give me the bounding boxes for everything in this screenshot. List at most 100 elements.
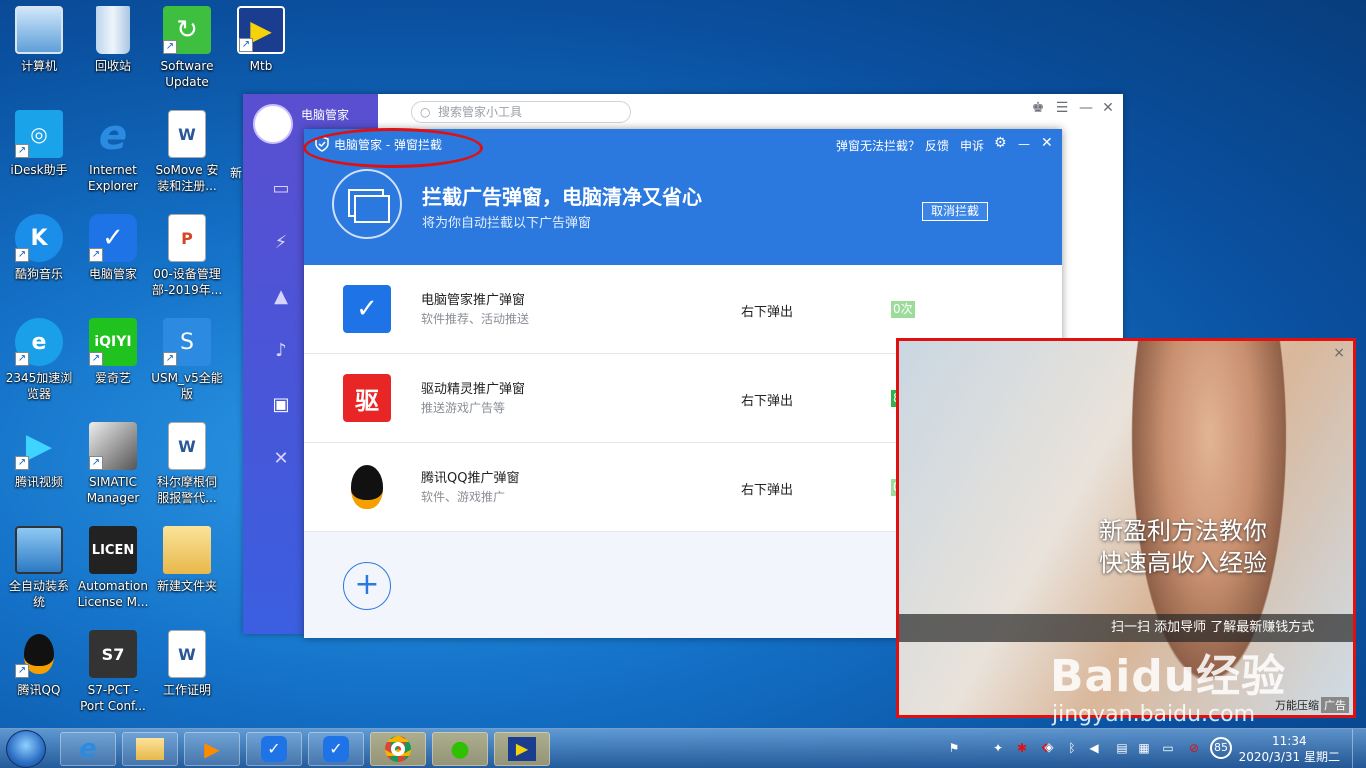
app-icon[interactable]: ✕ <box>269 448 293 472</box>
dialog-subtitle: 将为你自动拦截以下广告弹窗 <box>422 216 592 231</box>
desktop-icon-somove[interactable]: W SoMove 安 装和注册... <box>148 110 226 210</box>
block-item-desc: 软件推荐、活动推送 <box>421 312 530 326</box>
device-icon[interactable]: ▦ <box>1136 741 1152 757</box>
bluetooth-icon[interactable]: ᛒ <box>1064 741 1080 757</box>
iqiyi-icon: iQIYI ↗ <box>89 318 137 366</box>
search-input[interactable]: ○ 搜索管家小工具 <box>411 101 631 123</box>
volume-icon[interactable]: ◀ <box>1086 741 1102 757</box>
cpu-usage-badge[interactable]: 85 <box>1210 737 1232 759</box>
desktop-icon-computer[interactable]: 计算机 <box>0 6 78 106</box>
wechat-icon[interactable]: ● <box>432 732 488 766</box>
desktop-icon-idesk[interactable]: ◎ ↗ iDesk助手 <box>0 110 78 210</box>
tencent-video-icon: ▶ ↗ <box>15 422 63 470</box>
alert-icon[interactable]: ♪ <box>269 340 293 364</box>
desktop-icon-2345[interactable]: e ↗ 2345加速浏 览器 <box>0 318 78 418</box>
explorer-icon[interactable] <box>122 732 178 766</box>
kugou-icon: K ↗ <box>15 214 63 262</box>
block-item-position: 右下弹出 <box>741 305 794 320</box>
usm-icon: S ↗ <box>163 318 211 366</box>
settings-icon[interactable]: ⚙ <box>994 135 1007 151</box>
desktop-icon-new-folder[interactable]: 新建文件夹 <box>148 526 226 626</box>
block-item-position: 右下弹出 <box>741 394 794 409</box>
desktop-icon-auto-install[interactable]: 全自动装系 统 <box>0 526 78 626</box>
close-icon[interactable]: ✕ <box>1099 100 1117 116</box>
computer-icon <box>15 6 63 54</box>
desktop-icon-ppt[interactable]: P 00-设备管理 部-2019年... <box>148 214 226 314</box>
internet-explorer-icon[interactable]: e <box>60 732 116 766</box>
desktop-icon-tencent-video[interactable]: ▶ ↗ 腾讯视频 <box>0 422 78 522</box>
word-doc-icon: W <box>168 110 206 158</box>
desktop-icon-usm[interactable]: S ↗ USM_v5全能 版 <box>148 318 226 418</box>
block-count-badge: 0次 <box>891 301 915 318</box>
monitor-icon[interactable]: ▭ <box>1160 741 1176 757</box>
toolbox-icon[interactable]: ▣ <box>269 394 293 418</box>
media-player-icon[interactable]: ▶ <box>184 732 240 766</box>
desktop-icon-qq[interactable]: ↗ 腾讯QQ <box>0 630 78 730</box>
ad-line-1: 新盈利方法教你 <box>1099 517 1267 545</box>
minimize-icon[interactable]: — <box>1077 100 1095 116</box>
complain-link[interactable]: 申诉 <box>960 137 984 154</box>
ad-bar[interactable]: 扫一扫 添加导师 了解最新赚钱方式 <box>899 614 1353 642</box>
desktop-icon-recycle-bin[interactable]: 回收站 <box>74 6 152 106</box>
license-icon: LICEN <box>89 526 137 574</box>
network-alert-icon[interactable]: ✱ <box>1014 741 1030 757</box>
cant-block-link[interactable]: 弹窗无法拦截？ <box>836 137 920 154</box>
close-icon[interactable]: ✕ <box>1041 135 1053 151</box>
no-entry-icon[interactable]: ⊘ <box>1186 741 1202 757</box>
desktop-icon-iqiyi[interactable]: iQIYI ↗ 爱奇艺 <box>74 318 152 418</box>
idesk-icon: ◎ ↗ <box>15 110 63 158</box>
skin-icon[interactable]: ♚ <box>1029 100 1047 116</box>
watermark-url: jingyan.baidu.com <box>1052 702 1256 727</box>
block-item-position: 右下弹出 <box>741 483 794 498</box>
flag-icon[interactable]: ⚑ <box>946 741 962 757</box>
tool-icon[interactable]: ✦ <box>990 741 1006 757</box>
auto-install-icon <box>15 526 63 574</box>
desktop-icon-simatic[interactable]: ↗ SIMATIC Manager <box>74 422 152 522</box>
desktop-icon-software-update[interactable]: ↻ ↗ Software Update <box>148 6 226 106</box>
ad-tag: 广告 <box>1321 697 1349 713</box>
clean-icon[interactable]: ▲ <box>269 286 293 310</box>
s7pct-icon: S7 <box>89 630 137 678</box>
ppt-doc-icon: P <box>168 214 206 262</box>
annotation-ellipse <box>303 128 483 168</box>
menu-icon[interactable]: ☰ <box>1053 100 1071 116</box>
ad-line-2: 快速高收入经验 <box>1099 549 1267 577</box>
cancel-block-button[interactable]: 取消拦截 <box>922 202 988 221</box>
manager-title: 电脑管家 <box>301 108 350 122</box>
ad-close-icon[interactable]: × <box>1333 345 1345 361</box>
folder-icon <box>163 526 211 574</box>
desktop-icon-ie[interactable]: e Internet Explorer <box>74 110 152 210</box>
safely-remove-icon[interactable]: ▤ <box>1114 741 1130 757</box>
shield-icon[interactable]: ◈ <box>1041 740 1057 756</box>
minimize-icon[interactable]: — <box>1018 137 1030 151</box>
monitor-icon[interactable]: ▭ <box>269 178 293 202</box>
pc-manager-icon[interactable]: ✓ <box>308 732 364 766</box>
clock-date: 2020/3/31 星期二 <box>1238 750 1340 764</box>
driver-genius-icon: 驱 <box>343 374 391 422</box>
dialog-headline: 拦截广告弹窗，电脑清净又省心 <box>422 185 702 209</box>
desktop-icon-kollmorgen[interactable]: W 科尔摩根伺 服报警代... <box>148 422 226 522</box>
qq-icon: ↗ <box>15 630 63 678</box>
show-desktop-button[interactable] <box>1352 729 1366 768</box>
desktop-icon-s7pct[interactable]: S7 S7-PCT - Port Conf... <box>74 630 152 730</box>
browser-2345-icon: e ↗ <box>15 318 63 366</box>
pc-manager-icon[interactable]: ✓ <box>246 732 302 766</box>
popup-window-icon <box>332 169 402 239</box>
feedback-link[interactable]: 反馈 <box>925 137 949 154</box>
clock[interactable]: 11:34 2020/3/31 星期二 <box>1239 733 1340 765</box>
simatic-icon: ↗ <box>89 422 137 470</box>
desktop-icon-mtb[interactable]: ▶ ↗ Mtb <box>222 6 300 106</box>
block-item-desc: 推送游戏广告等 <box>421 401 506 415</box>
avatar[interactable] <box>253 104 293 144</box>
taskbar: e ▶ ✓ ✓ ● ▶ ⚑ ✦ ✱ ❖ ◈ ᛒ ◀ ▤ ▦ ▭ ⊘ 85 11:… <box>0 728 1366 768</box>
desktop-icon-work-proof[interactable]: W 工作证明 <box>148 630 226 730</box>
start-button[interactable] <box>6 730 46 768</box>
chrome-icon[interactable] <box>370 732 426 766</box>
speed-icon[interactable]: ⚡ <box>269 232 293 256</box>
desktop-icon-pc-manager[interactable]: ✓ ↗ 电脑管家 <box>74 214 152 314</box>
desktop-icon-kugou[interactable]: K ↗ 酷狗音乐 <box>0 214 78 314</box>
mtb-icon[interactable]: ▶ <box>494 732 550 766</box>
add-button[interactable]: + <box>343 562 391 610</box>
mtb-icon: ▶ ↗ <box>237 6 285 54</box>
desktop-icon-license[interactable]: LICEN Automation License M... <box>74 526 152 626</box>
